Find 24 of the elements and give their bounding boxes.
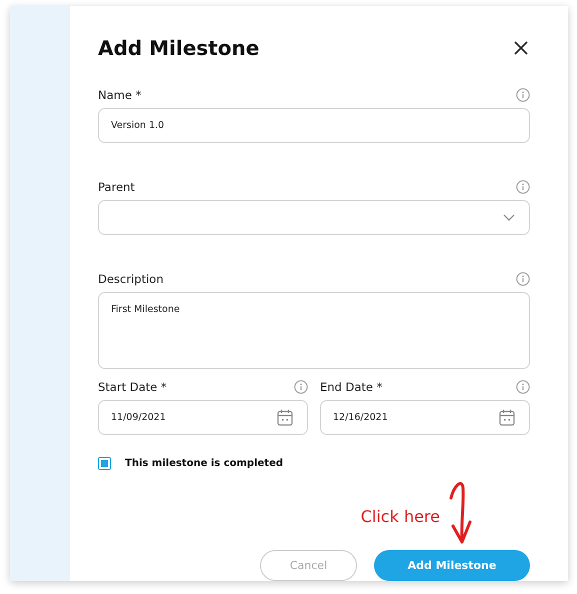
- info-icon[interactable]: [516, 88, 530, 102]
- field-label: Start Date *: [98, 380, 167, 394]
- name-field[interactable]: Version 1.0: [98, 108, 530, 143]
- dialog-title: Add Milestone: [98, 36, 260, 60]
- chevron-down-icon: [503, 214, 515, 221]
- info-icon[interactable]: [516, 180, 530, 194]
- field-label: End Date *: [320, 380, 382, 394]
- info-icon[interactable]: [516, 272, 530, 286]
- field-label: Description: [98, 272, 164, 286]
- checkbox[interactable]: [98, 457, 111, 470]
- info-icon[interactable]: [294, 380, 308, 394]
- field-label: Name *: [98, 88, 142, 102]
- parent-dropdown[interactable]: [98, 200, 530, 235]
- calendar-icon[interactable]: [277, 409, 293, 426]
- description-field[interactable]: First Milestone: [98, 292, 530, 369]
- date-field[interactable]: 11/09/2021: [98, 400, 308, 435]
- arrow-icon: [448, 480, 474, 546]
- field-label: Parent: [98, 180, 135, 194]
- date-field[interactable]: 12/16/2021: [320, 400, 530, 435]
- calendar-icon[interactable]: [499, 409, 515, 426]
- annotation-text: Click here: [360, 507, 440, 526]
- close-icon[interactable]: [514, 41, 528, 55]
- info-icon[interactable]: [516, 380, 530, 394]
- checkbox-label: This milestone is completed: [125, 458, 284, 469]
